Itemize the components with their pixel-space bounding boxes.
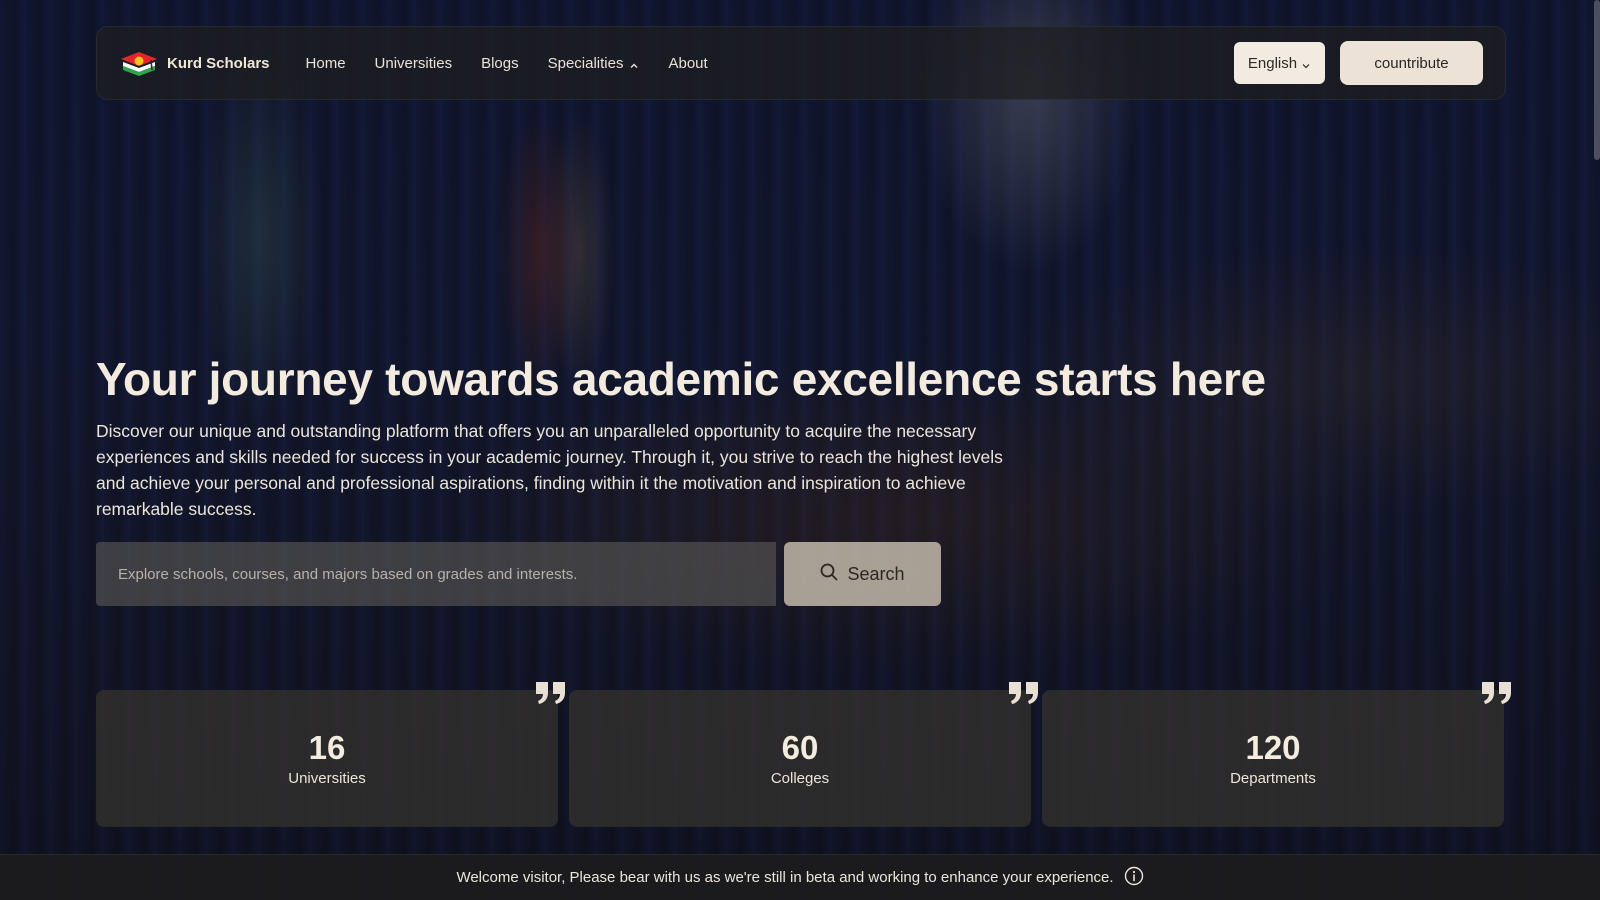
stat-card-departments: 120 Departments bbox=[1042, 682, 1511, 827]
language-label: English bbox=[1247, 54, 1298, 72]
nav-link-specialities[interactable]: Specialities bbox=[548, 55, 640, 72]
search-input[interactable] bbox=[96, 542, 776, 606]
stat-value: 120 bbox=[1245, 729, 1301, 766]
beta-banner-text: Welcome visitor, Please bear with us as … bbox=[456, 869, 1114, 886]
stat-card-colleges: 60 Colleges bbox=[569, 682, 1038, 827]
stat-card-universities: 16 Universities bbox=[96, 682, 565, 827]
language-selector[interactable]: English bbox=[1234, 42, 1325, 84]
quote-icon bbox=[1480, 680, 1514, 706]
quote-icon bbox=[534, 680, 568, 706]
kurdistan-flag-cap-icon bbox=[119, 50, 159, 76]
nav-actions: English countribute bbox=[1234, 41, 1483, 85]
hero-title: Your journey towards academic excellence… bbox=[96, 353, 1266, 405]
scrollbar[interactable] bbox=[1594, 0, 1600, 160]
nav-link-about[interactable]: About bbox=[668, 55, 707, 72]
stat-label: Colleges bbox=[770, 770, 830, 787]
info-icon[interactable] bbox=[1124, 866, 1144, 890]
nav-link-home[interactable]: Home bbox=[306, 55, 346, 72]
top-navbar: Kurd Scholars Home Universities Blogs Sp… bbox=[96, 26, 1506, 100]
quote-icon bbox=[1007, 680, 1041, 706]
search-icon bbox=[820, 563, 838, 586]
nav-links: Home Universities Blogs Specialities Abo… bbox=[306, 55, 708, 72]
stat-value: 16 bbox=[308, 729, 346, 766]
brand-name: Kurd Scholars bbox=[167, 54, 270, 72]
stat-label: Universities bbox=[288, 770, 366, 787]
chevron-up-icon bbox=[629, 58, 639, 68]
beta-banner: Welcome visitor, Please bear with us as … bbox=[0, 854, 1600, 900]
chevron-down-icon bbox=[1301, 58, 1311, 69]
nav-link-blogs[interactable]: Blogs bbox=[481, 55, 519, 72]
hero-description: Discover our unique and outstanding plat… bbox=[96, 421, 1003, 519]
brand[interactable]: Kurd Scholars bbox=[119, 50, 270, 76]
stat-value: 60 bbox=[781, 729, 819, 766]
contribute-button[interactable]: countribute bbox=[1340, 41, 1483, 85]
nav-link-specialities-label: Specialities bbox=[547, 54, 624, 72]
nav-link-universities[interactable]: Universities bbox=[375, 55, 453, 72]
search-button[interactable]: Search bbox=[784, 542, 941, 606]
stat-label: Departments bbox=[1230, 770, 1316, 787]
search-button-label: Search bbox=[847, 563, 905, 584]
